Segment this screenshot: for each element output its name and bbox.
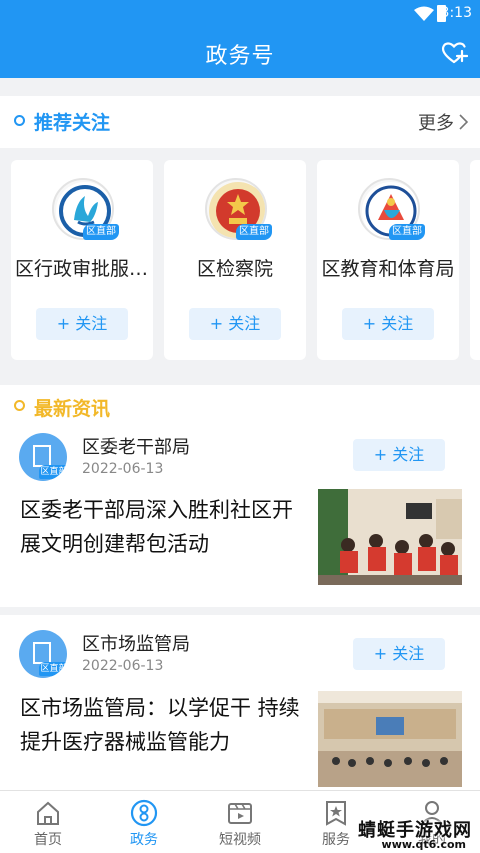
- org-avatar: 区直部门: [19, 630, 67, 678]
- app-bar: 政务号: [0, 28, 480, 78]
- recommend-header: 推荐关注 更多: [0, 96, 480, 148]
- home-icon: [37, 801, 59, 825]
- category-tag: 区直部门: [236, 224, 272, 253]
- org-avatar: 区直部门: [19, 433, 67, 481]
- page-title: 政务号: [205, 44, 275, 69]
- section-dot-icon: [14, 400, 25, 411]
- tab-label: 首页: [34, 832, 62, 848]
- section-dot-icon: [14, 115, 25, 126]
- chevron-right-icon[interactable]: [458, 114, 468, 130]
- recommend-cards: 区直部门 区行政审批服务局 + 关注 区直部门 区检察院 + 关注: [0, 160, 480, 360]
- tab-government[interactable]: 政务: [96, 791, 192, 853]
- video-icon: [228, 803, 252, 824]
- category-tag: 区直部门: [83, 224, 119, 253]
- category-tag: 区直部门: [389, 224, 425, 253]
- tab-label: 短视频: [219, 832, 261, 848]
- news-thumbnail[interactable]: [318, 691, 462, 787]
- news-thumbnail[interactable]: [318, 489, 462, 585]
- wifi-icon: [414, 6, 434, 21]
- building-icon: [33, 642, 51, 664]
- category-tag: 区直部门: [39, 662, 67, 676]
- news-headline[interactable]: 区市场监管局：以学促干 持续提升医疗器械监管能力: [20, 691, 306, 759]
- org-name: 区行政审批服务局: [15, 258, 149, 280]
- org-name: 区委老干部局: [82, 437, 190, 458]
- recommend-title: 推荐关注: [34, 112, 111, 134]
- government-icon: [130, 799, 158, 827]
- news-headline[interactable]: 区委老干部局深入胜利社区开展文明创建帮包活动: [20, 493, 306, 561]
- tab-home[interactable]: 首页: [0, 791, 96, 853]
- news-title: 最新资讯: [34, 398, 111, 420]
- org-name: 区市场监管局: [82, 634, 190, 655]
- recommend-card[interactable]: [470, 160, 480, 360]
- follow-button[interactable]: + 关注: [342, 308, 434, 340]
- news-item[interactable]: 区直部门 区委老干部局 2022-06-13 + 关注 区委老干部局深入胜利社区…: [0, 427, 480, 607]
- recommend-card[interactable]: 区直部门 区检察院 + 关注: [164, 160, 306, 360]
- recommend-card[interactable]: 区直部门 区行政审批服务局 + 关注: [11, 160, 153, 360]
- watermark-url: www.qt6.com: [381, 838, 466, 851]
- news-header: 最新资讯: [0, 385, 480, 427]
- org-name: 区教育和体育局: [321, 258, 455, 280]
- follow-button[interactable]: + 关注: [189, 308, 281, 340]
- publish-date: 2022-06-13: [82, 461, 164, 477]
- status-time: 3:13: [440, 5, 472, 21]
- recommend-card[interactable]: 区直部门 区教育和体育局 + 关注: [317, 160, 459, 360]
- news-item[interactable]: 区直部门 区市场监管局 2022-06-13 + 关注 区市场监管局：以学促干 …: [0, 615, 480, 790]
- follow-button[interactable]: + 关注: [36, 308, 128, 340]
- tab-short-video[interactable]: 短视频: [192, 791, 288, 853]
- recommend-section: 推荐关注 更多 区直部门 区行政审批服务局 + 关注: [0, 96, 480, 372]
- watermark: 蜻蜓手游戏网 www.qt6.com: [340, 816, 480, 853]
- org-name: 区检察院: [196, 258, 273, 280]
- follow-button[interactable]: + 关注: [353, 638, 445, 670]
- publish-date: 2022-06-13: [82, 658, 164, 674]
- status-bar: 3:13: [0, 0, 480, 28]
- building-icon: [33, 445, 51, 467]
- more-link[interactable]: 更多: [418, 109, 454, 135]
- heart-add-icon[interactable]: [440, 39, 468, 65]
- category-tag: 区直部门: [39, 465, 67, 479]
- follow-button[interactable]: + 关注: [353, 439, 445, 471]
- tab-label: 政务: [130, 832, 158, 848]
